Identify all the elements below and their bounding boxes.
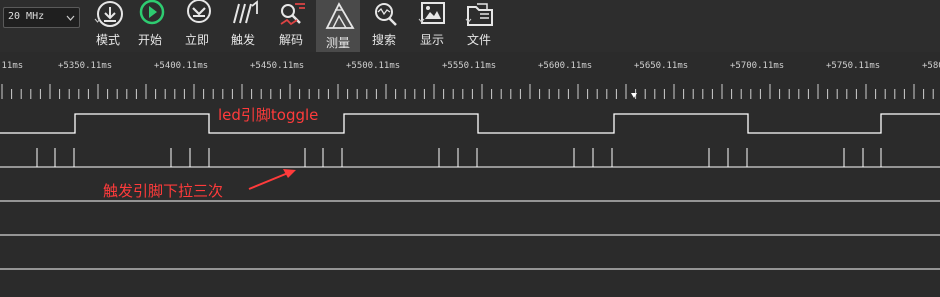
channel-0-waveform <box>0 113 940 134</box>
trigger-pulldown-annotation: 触发引脚下拉三次 <box>103 182 224 200</box>
annotation-arrow <box>248 169 296 190</box>
cursor-marker[interactable] <box>631 93 637 98</box>
channel-1-waveform <box>0 148 940 168</box>
waveform-area[interactable] <box>0 0 940 297</box>
led-toggle-annotation: led引脚toggle <box>218 106 319 124</box>
